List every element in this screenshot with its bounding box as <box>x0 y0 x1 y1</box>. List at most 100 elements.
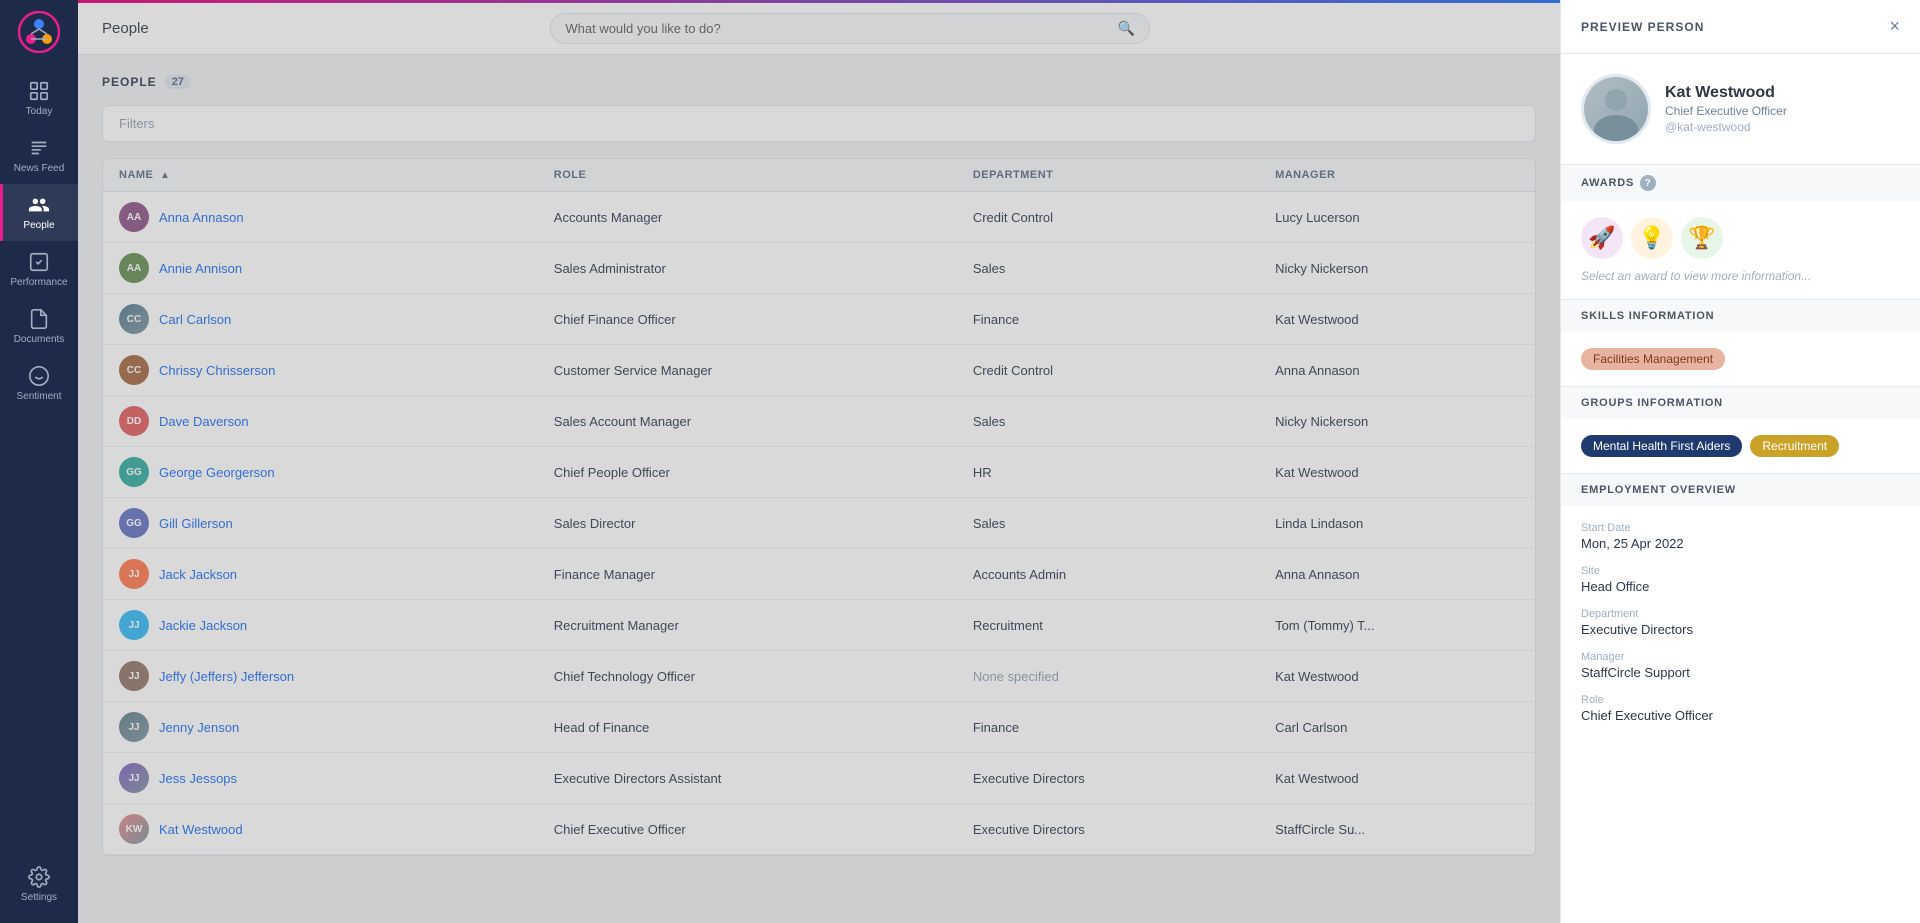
name-cell: JJJess Jessops <box>103 753 538 804</box>
search-bar: 🔍 <box>550 13 1150 44</box>
name-cell: JJJenny Jenson <box>103 702 538 753</box>
table-row[interactable]: AAAnnie AnnisonSales AdministratorSalesN… <box>103 243 1535 294</box>
top-bar: People 🔍 <box>78 3 1560 55</box>
col-department[interactable]: DEPARTMENT <box>957 159 1259 192</box>
person-name-cell[interactable]: Jackie Jackson <box>159 618 247 633</box>
employment-section-header: EMPLOYMENT OVERVIEW <box>1561 474 1920 506</box>
person-details: Kat Westwood Chief Executive Officer @ka… <box>1665 84 1900 134</box>
dept-cell: Sales <box>957 498 1259 549</box>
sidebar-item-settings[interactable]: Settings <box>0 856 78 913</box>
skills-content: Facilities Management <box>1561 332 1920 386</box>
person-name-cell[interactable]: Jack Jackson <box>159 567 237 582</box>
skill-tag-facilities[interactable]: Facilities Management <box>1581 348 1725 370</box>
employment-field-1: SiteHead Office <box>1581 565 1900 594</box>
sidebar-item-sentiment[interactable]: Sentiment <box>0 355 78 412</box>
table-row[interactable]: JJJeffy (Jeffers) JeffersonChief Technol… <box>103 651 1535 702</box>
table-row[interactable]: DDDave DaversonSales Account ManagerSale… <box>103 396 1535 447</box>
table-row[interactable]: CCChrissy ChrissersonCustomer Service Ma… <box>103 345 1535 396</box>
people-count: 27 <box>165 75 191 89</box>
sidebar-item-documents[interactable]: Documents <box>0 298 78 355</box>
col-name[interactable]: NAME ▲ <box>103 159 538 192</box>
person-name-cell[interactable]: George Georgerson <box>159 465 275 480</box>
groups-content: Mental Health First Aiders Recruitment <box>1561 419 1920 473</box>
table-row[interactable]: GGGill GillersonSales DirectorSalesLinda… <box>103 498 1535 549</box>
sidebar-item-settings-label: Settings <box>21 892 57 903</box>
role-cell: Sales Account Manager <box>538 396 957 447</box>
col-manager[interactable]: MANAGER <box>1259 159 1535 192</box>
avatar-image <box>1584 77 1648 141</box>
employment-label-3: Manager <box>1581 651 1900 663</box>
name-cell: JJJack Jackson <box>103 549 538 600</box>
dept-cell: Executive Directors <box>957 804 1259 855</box>
role-cell: Sales Administrator <box>538 243 957 294</box>
manager-cell: Lucy Lucerson <box>1259 192 1535 243</box>
sidebar-item-today-label: Today <box>26 106 53 117</box>
table-row[interactable]: JJJess JessopsExecutive Directors Assist… <box>103 753 1535 804</box>
person-name-cell[interactable]: Carl Carlson <box>159 312 231 327</box>
person-name-cell[interactable]: Jeffy (Jeffers) Jefferson <box>159 669 294 684</box>
preview-header: PREVIEW PERSON × <box>1561 0 1920 54</box>
manager-cell: Anna Annason <box>1259 345 1535 396</box>
dept-cell: Sales <box>957 243 1259 294</box>
sidebar-item-news-feed-label: News Feed <box>14 163 65 174</box>
manager-cell: Nicky Nickerson <box>1259 396 1535 447</box>
search-input[interactable] <box>565 21 1118 36</box>
sidebar-item-today[interactable]: Today <box>0 70 78 127</box>
person-role: Chief Executive Officer <box>1665 104 1900 118</box>
sidebar-item-performance[interactable]: Performance <box>0 241 78 298</box>
sidebar-item-news-feed[interactable]: News Feed <box>0 127 78 184</box>
employment-label-2: Department <box>1581 608 1900 620</box>
employment-grid: Start DateMon, 25 Apr 2022 SiteHead Offic… <box>1581 522 1900 723</box>
employment-field-0: Start DateMon, 25 Apr 2022 <box>1581 522 1900 551</box>
person-name-cell[interactable]: Dave Daverson <box>159 414 249 429</box>
group-tag-recruitment[interactable]: Recruitment <box>1750 435 1839 457</box>
role-cell: Recruitment Manager <box>538 600 957 651</box>
award-rocket[interactable]: 🚀 <box>1581 217 1623 259</box>
manager-cell: Kat Westwood <box>1259 447 1535 498</box>
person-name-cell[interactable]: Chrissy Chrisserson <box>159 363 275 378</box>
employment-value-0: Mon, 25 Apr 2022 <box>1581 536 1900 551</box>
awards-help-icon[interactable]: ? <box>1640 175 1656 191</box>
award-trophy[interactable]: 🏆 <box>1681 217 1723 259</box>
role-cell: Sales Director <box>538 498 957 549</box>
col-role[interactable]: ROLE <box>538 159 957 192</box>
search-icon: 🔍 <box>1118 20 1135 37</box>
sidebar-item-people[interactable]: People <box>0 184 78 241</box>
person-name-cell[interactable]: Jenny Jenson <box>159 720 239 735</box>
table-row[interactable]: JJJenny JensonHead of FinanceFinanceCarl… <box>103 702 1535 753</box>
role-cell: Chief Technology Officer <box>538 651 957 702</box>
award-bulb[interactable]: 💡 <box>1631 217 1673 259</box>
table-header-row: NAME ▲ ROLE DEPARTMENT MANAGER <box>103 159 1535 192</box>
name-cell: AAAnnie Annison <box>103 243 538 294</box>
person-name-cell[interactable]: Annie Annison <box>159 261 242 276</box>
table-row[interactable]: JJJackie JacksonRecruitment ManagerRecru… <box>103 600 1535 651</box>
table-row[interactable]: JJJack JacksonFinance ManagerAccounts Ad… <box>103 549 1535 600</box>
employment-content: Start DateMon, 25 Apr 2022 SiteHead Offic… <box>1561 506 1920 739</box>
person-handle: @kat-westwood <box>1665 120 1900 134</box>
person-name-cell[interactable]: Gill Gillerson <box>159 516 233 531</box>
awards-title: AWARDS <box>1581 177 1634 189</box>
person-name-cell[interactable]: Kat Westwood <box>159 822 243 837</box>
table-row[interactable]: KWKat WestwoodChief Executive OfficerExe… <box>103 804 1535 855</box>
app-logo[interactable] <box>17 10 61 54</box>
preview-close-button[interactable]: × <box>1889 16 1900 37</box>
name-cell: AAAnna Annason <box>103 192 538 243</box>
person-name-cell[interactable]: Anna Annason <box>159 210 244 225</box>
role-cell: Finance Manager <box>538 549 957 600</box>
group-tag-mental-health[interactable]: Mental Health First Aiders <box>1581 435 1742 457</box>
awards-icons: 🚀 💡 🏆 <box>1581 217 1900 259</box>
role-cell: Customer Service Manager <box>538 345 957 396</box>
employment-value-2: Executive Directors <box>1581 622 1900 637</box>
table-row[interactable]: GGGeorge GeorgersonChief People OfficerH… <box>103 447 1535 498</box>
role-cell: Chief Executive Officer <box>538 804 957 855</box>
manager-cell: Anna Annason <box>1259 549 1535 600</box>
dept-cell: Finance <box>957 702 1259 753</box>
role-cell: Chief Finance Officer <box>538 294 957 345</box>
person-name-cell[interactable]: Jess Jessops <box>159 771 237 786</box>
table-row[interactable]: AAAnna AnnasonAccounts ManagerCredit Con… <box>103 192 1535 243</box>
table-row[interactable]: CCCarl CarlsonChief Finance OfficerFinan… <box>103 294 1535 345</box>
dept-cell: Finance <box>957 294 1259 345</box>
filters-bar[interactable]: Filters <box>102 105 1536 142</box>
employment-section: EMPLOYMENT OVERVIEW Start DateMon, 25 Ap… <box>1561 473 1920 739</box>
name-cell: JJJeffy (Jeffers) Jefferson <box>103 651 538 702</box>
